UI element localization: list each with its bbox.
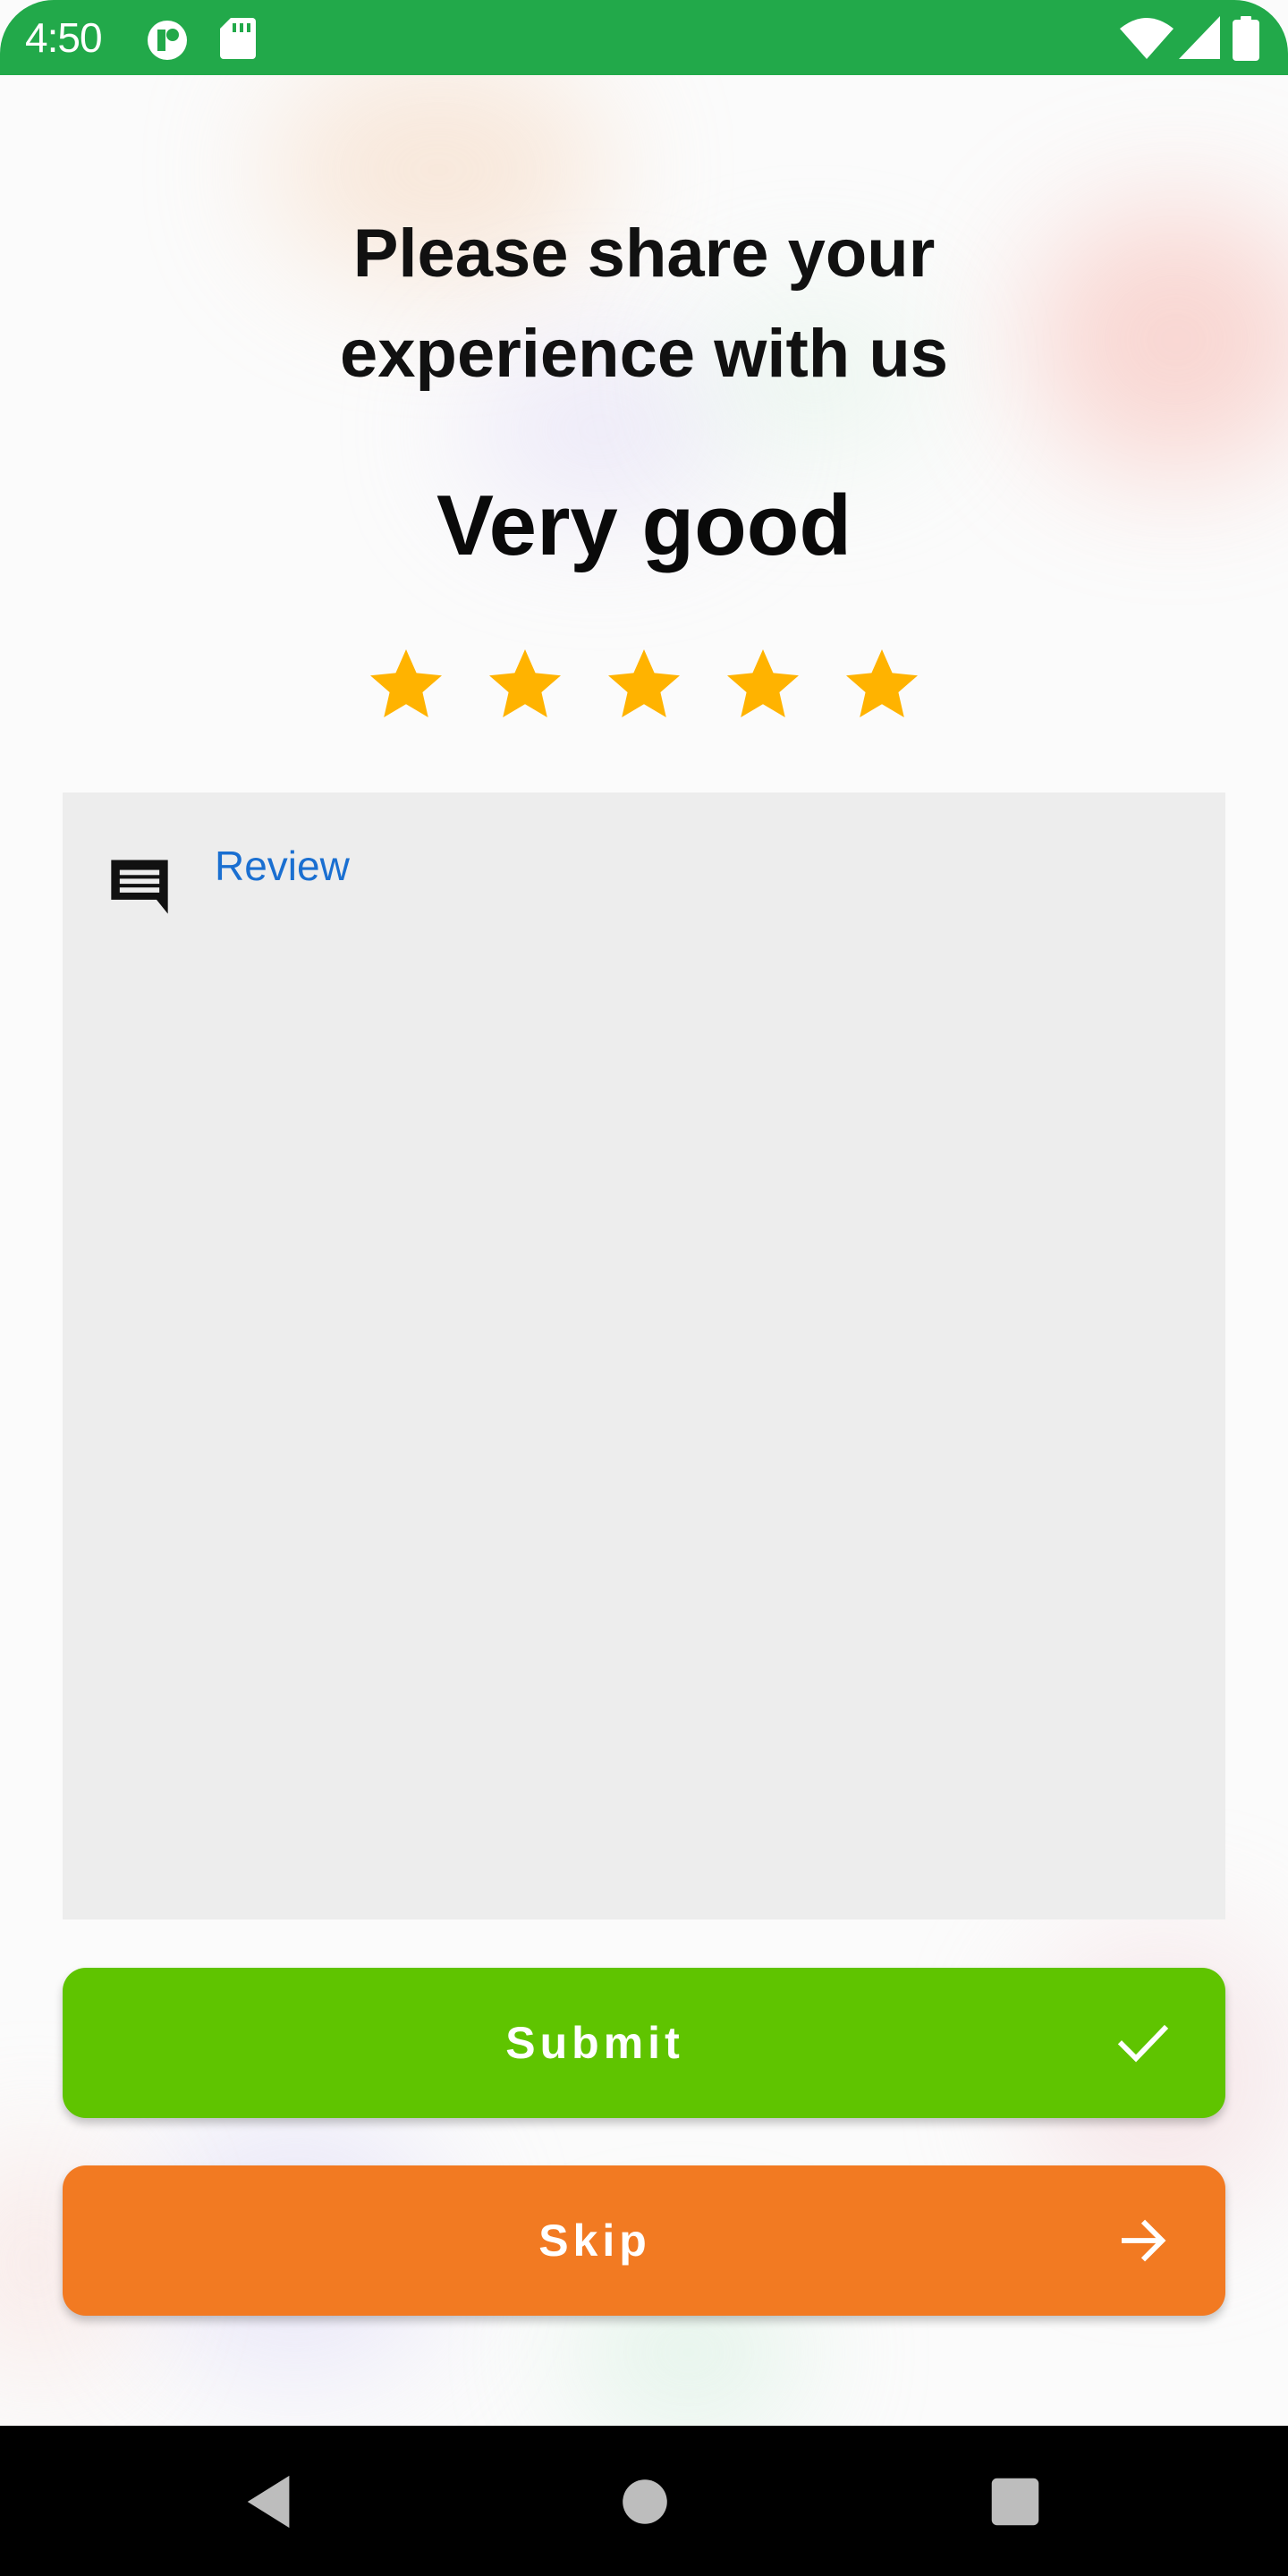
cell-signal-icon <box>1179 16 1220 64</box>
page-title: Please share your experience with us <box>339 216 949 392</box>
home-icon[interactable] <box>614 2470 676 2533</box>
recents-icon[interactable] <box>984 2470 1046 2533</box>
star-icon-1[interactable] <box>363 642 449 728</box>
navigation-bar <box>0 2426 1288 2576</box>
review-field[interactable]: Review <box>63 792 1225 1919</box>
review-label: Review <box>215 843 350 889</box>
review-input[interactable] <box>215 909 1184 1878</box>
star-rating[interactable] <box>358 642 930 732</box>
star-icon-5[interactable] <box>839 642 925 728</box>
star-icon-4[interactable] <box>720 642 806 728</box>
check-icon <box>1117 2024 1169 2063</box>
data-saver-icon <box>145 18 190 67</box>
status-time: 4:50 <box>25 14 103 61</box>
skip-button[interactable]: Skip <box>63 2165 1225 2316</box>
skip-button-label: Skip <box>538 2216 651 2266</box>
star-icon-3[interactable] <box>601 642 687 728</box>
back-icon[interactable] <box>240 2470 302 2533</box>
comment-icon <box>106 852 174 919</box>
submit-button-label: Submit <box>505 2018 684 2068</box>
rating-screen: 4:50 Please share your experience with u… <box>0 0 1288 2576</box>
rating-label: Very good <box>436 478 852 573</box>
battery-icon <box>1233 16 1259 65</box>
wifi-icon <box>1120 16 1174 64</box>
arrow-right-icon <box>1122 2219 1166 2262</box>
sd-card-icon <box>220 18 256 64</box>
submit-button[interactable]: Submit <box>63 1968 1225 2118</box>
status-bar: 4:50 <box>0 0 1288 75</box>
star-icon-2[interactable] <box>482 642 568 728</box>
